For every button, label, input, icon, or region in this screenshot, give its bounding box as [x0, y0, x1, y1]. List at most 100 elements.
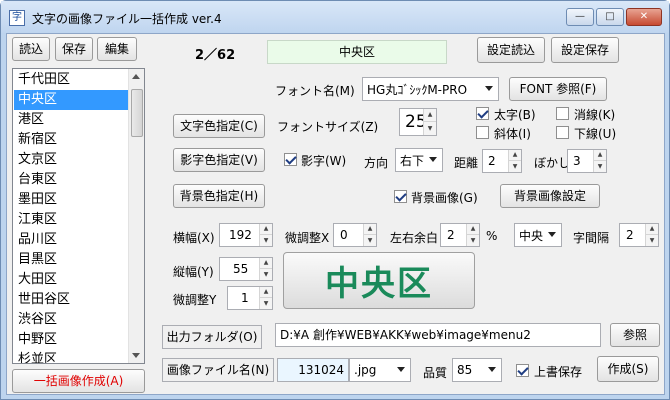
- stepper-down-icon[interactable]: ▼: [594, 161, 606, 172]
- list-item[interactable]: 渋谷区: [14, 310, 129, 330]
- list-item[interactable]: 港区: [14, 110, 129, 130]
- stepper-up-icon[interactable]: ▲: [509, 150, 521, 161]
- list-scrollbar[interactable]: [128, 69, 144, 363]
- preview-text: 中央区: [325, 264, 433, 304]
- load-button[interactable]: 読込: [12, 37, 50, 61]
- list-item[interactable]: 中央区: [14, 90, 129, 110]
- close-button[interactable]: ✕: [626, 8, 662, 26]
- bg-image-settings-button[interactable]: 背景画像設定: [500, 184, 600, 208]
- percent-sign: %: [486, 229, 498, 243]
- save-button[interactable]: 保存: [55, 37, 93, 61]
- stepper-up-icon[interactable]: ▲: [260, 258, 272, 269]
- height-stepper[interactable]: 55 ▲ ▼: [219, 257, 273, 281]
- list-item[interactable]: 世田谷区: [14, 290, 129, 310]
- list-item[interactable]: 文京区: [14, 150, 129, 170]
- stepper-down-icon[interactable]: ▼: [424, 122, 436, 135]
- strike-label: 消線(K): [574, 108, 616, 122]
- save-settings-button[interactable]: 設定保存: [551, 37, 619, 63]
- list-item[interactable]: 新宿区: [14, 130, 129, 150]
- width-stepper[interactable]: 192 ▲ ▼: [219, 223, 273, 247]
- spacing-label: 字間隔: [573, 231, 610, 245]
- edit-button[interactable]: 編集: [97, 37, 137, 61]
- italic-label: 斜体(I): [494, 127, 531, 141]
- stepper-down-icon[interactable]: ▼: [260, 269, 272, 280]
- font-ref-button[interactable]: FONT 参照(F): [509, 77, 607, 101]
- fine-y-stepper[interactable]: 1 ▲ ▼: [227, 286, 273, 310]
- output-folder-input[interactable]: D:¥A 創作¥WEB¥AKK¥web¥image¥menu2: [275, 323, 601, 347]
- list-item[interactable]: 千代田区: [14, 70, 129, 90]
- list-item[interactable]: 大田区: [14, 270, 129, 290]
- stepper-down-icon[interactable]: ▼: [646, 235, 658, 246]
- stepper-down-icon[interactable]: ▼: [467, 235, 479, 246]
- spacing-value: 2: [626, 228, 634, 242]
- current-name-display: 中央区: [267, 40, 447, 64]
- spacing-stepper[interactable]: 2 ▲ ▼: [619, 223, 659, 247]
- title-bar[interactable]: 字 文字の画像ファイル一括作成 ver.4 — □ ✕: [1, 1, 669, 33]
- margin-value: 2: [447, 228, 455, 242]
- underline-checkbox[interactable]: [556, 126, 569, 139]
- stepper-up-icon[interactable]: ▲: [594, 150, 606, 161]
- bold-label: 太字(B): [494, 108, 536, 122]
- output-folder-label: 出力フォルダ(O): [162, 325, 262, 349]
- stepper-down-icon[interactable]: ▼: [364, 235, 376, 246]
- direction-select[interactable]: 右下: [395, 148, 443, 172]
- file-name-input[interactable]: 131024: [277, 358, 349, 382]
- align-value: 中央: [519, 228, 544, 243]
- fine-x-stepper[interactable]: 0 ▲ ▼: [333, 223, 377, 247]
- maximize-button[interactable]: □: [596, 8, 624, 26]
- stepper-up-icon[interactable]: ▲: [467, 224, 479, 235]
- align-select[interactable]: 中央: [514, 223, 562, 247]
- shadow-label: 影字(W): [301, 154, 347, 168]
- stepper-up-icon[interactable]: ▲: [364, 224, 376, 235]
- list-item[interactable]: 墨田区: [14, 190, 129, 210]
- stepper-up-icon[interactable]: ▲: [646, 224, 658, 235]
- stepper-down-icon[interactable]: ▼: [260, 298, 272, 309]
- ward-list[interactable]: 千代田区 中央区 港区 新宿区 文京区 台東区 墨田区 江東区 品川区 目黒区 大田区 世田谷区 渋谷区…: [12, 68, 145, 364]
- font-name-select[interactable]: HG丸ｺﾞｼｯｸM-PRO: [362, 77, 499, 101]
- batch-create-button[interactable]: 一括画像作成(A): [12, 369, 145, 393]
- chevron-down-icon: [485, 86, 493, 91]
- list-item[interactable]: 中野区: [14, 330, 129, 350]
- bg-image-checkbox[interactable]: [394, 190, 407, 203]
- load-settings-button[interactable]: 設定読込: [477, 37, 545, 63]
- text-color-button[interactable]: 文字色指定(C): [173, 114, 265, 138]
- scroll-down-icon[interactable]: [132, 353, 140, 358]
- quality-label: 品質: [423, 366, 448, 380]
- list-item[interactable]: 品川区: [14, 230, 129, 250]
- scroll-up-icon[interactable]: [132, 74, 140, 79]
- folder-ref-button[interactable]: 参照: [610, 323, 660, 347]
- margin-stepper[interactable]: 2 ▲ ▼: [440, 223, 480, 247]
- font-name-value: HG丸ｺﾞｼｯｸM-PRO: [367, 82, 468, 97]
- bg-color-button[interactable]: 背景色指定(H): [173, 184, 265, 208]
- minimize-button[interactable]: —: [566, 8, 594, 26]
- chevron-down-icon: [429, 157, 437, 162]
- list-item[interactable]: 目黒区: [14, 250, 129, 270]
- quality-select[interactable]: 85: [452, 358, 502, 382]
- chevron-down-icon: [548, 232, 556, 237]
- chevron-down-icon: [488, 367, 496, 372]
- overwrite-checkbox[interactable]: [516, 364, 529, 377]
- create-button[interactable]: 作成(S): [597, 356, 659, 382]
- stepper-up-icon[interactable]: ▲: [424, 109, 436, 122]
- extension-select[interactable]: .jpg: [349, 358, 411, 382]
- height-label: 縦幅(Y): [173, 265, 214, 279]
- stepper-up-icon[interactable]: ▲: [260, 224, 272, 235]
- strike-checkbox[interactable]: [556, 107, 569, 120]
- direction-value: 右下: [400, 153, 425, 168]
- list-item[interactable]: 江東区: [14, 210, 129, 230]
- blur-stepper[interactable]: 3 ▲ ▼: [567, 149, 607, 173]
- scroll-thumb[interactable]: [131, 89, 143, 137]
- bold-checkbox[interactable]: [476, 107, 489, 120]
- shadow-color-button[interactable]: 影字色指定(V): [173, 148, 265, 172]
- stepper-up-icon[interactable]: ▲: [260, 287, 272, 298]
- distance-stepper[interactable]: 2 ▲ ▼: [482, 149, 522, 173]
- italic-checkbox[interactable]: [476, 126, 489, 139]
- list-item[interactable]: 台東区: [14, 170, 129, 190]
- list-item[interactable]: 杉並区: [14, 350, 129, 363]
- stepper-down-icon[interactable]: ▼: [260, 235, 272, 246]
- shadow-checkbox[interactable]: [284, 153, 297, 166]
- window-title: 文字の画像ファイル一括作成 ver.4: [32, 12, 222, 26]
- width-label: 横幅(X): [173, 231, 215, 245]
- stepper-down-icon[interactable]: ▼: [509, 161, 521, 172]
- font-size-stepper[interactable]: 25 ▲ ▼: [399, 108, 437, 136]
